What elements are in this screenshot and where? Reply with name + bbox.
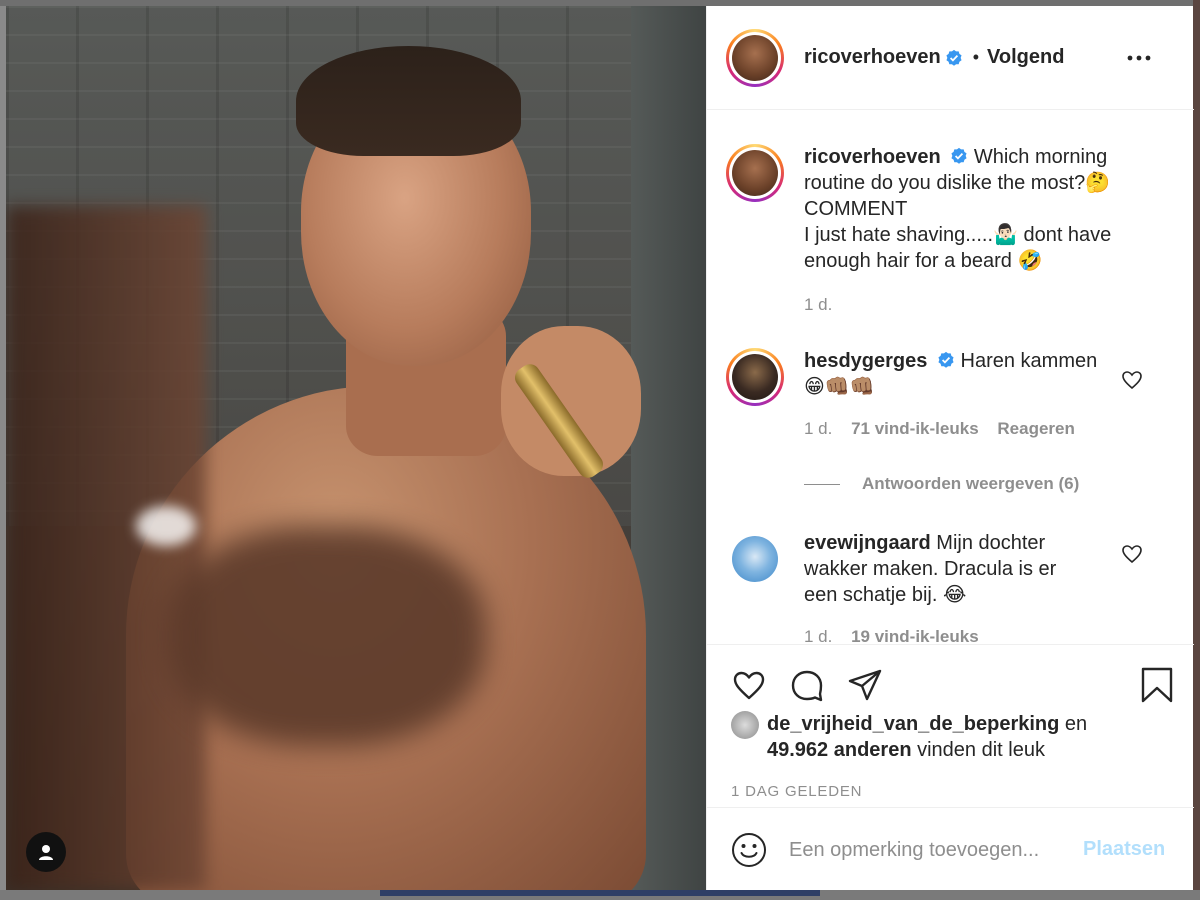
likes-connector: en <box>1064 713 1088 735</box>
reply-button[interactable]: Reageren <box>997 419 1074 438</box>
author-avatar[interactable] <box>726 28 784 87</box>
comment-time: 1 d. <box>804 419 833 438</box>
comment-text: Haren kammen <box>960 350 1098 372</box>
post-timestamp[interactable]: 1 DAG GELEDEN <box>731 783 862 800</box>
comment-bubble-icon[interactable] <box>789 667 825 703</box>
caption-username[interactable]: ricoverhoeven <box>804 146 941 168</box>
comment-text-line: wakker maken. Dracula is er <box>804 558 1057 580</box>
caption-time: 1 d. <box>804 295 833 314</box>
caption-text-line: I just hate shaving.....🤷🏻‍♂️ dont have <box>804 224 1112 246</box>
following-button[interactable]: Volgend <box>987 46 1064 69</box>
photo-light-reflection <box>136 506 196 546</box>
post-photo[interactable] <box>6 6 706 890</box>
comment-username[interactable]: evewijngaard <box>804 532 931 554</box>
liker-avatar[interactable] <box>731 711 759 739</box>
caption-text-line: enough hair for a beard 🤣 <box>804 250 1043 272</box>
save-bookmark-icon[interactable] <box>1139 667 1175 703</box>
verified-badge-icon <box>951 147 967 164</box>
photo-hair <box>296 46 521 156</box>
comment-text-line: een schatje bij. 😂 <box>804 584 967 606</box>
background-window-edge-bottom <box>0 890 1200 900</box>
more-icon <box>1127 55 1151 61</box>
like-heart-icon[interactable] <box>731 667 767 703</box>
view-replies-button[interactable]: Antwoorden weergeven (6) <box>804 474 1079 494</box>
comment-item: evewijngaard Mijn dochter wakker maken. … <box>726 530 1134 644</box>
background-window-edge-right <box>1193 0 1200 900</box>
verified-badge-icon <box>946 49 962 66</box>
comment-likes-count[interactable]: 19 vind-ik-leuks <box>851 627 979 644</box>
caption-avatar[interactable] <box>726 144 784 202</box>
user-icon <box>39 845 53 860</box>
post-side-panel: ricoverhoeven • Volgend ricoverhoeven Wh… <box>706 6 1194 890</box>
liker-username[interactable]: de_vrijheid_van_de_beperking <box>767 713 1059 735</box>
comment-avatar[interactable] <box>726 530 784 588</box>
view-replies-label: Antwoorden weergeven (6) <box>862 474 1080 493</box>
likes-count[interactable]: 49.962 anderen <box>767 739 912 761</box>
post-header: ricoverhoeven • Volgend <box>707 6 1194 110</box>
comment-input[interactable] <box>789 832 1069 868</box>
comment-avatar[interactable] <box>726 348 784 406</box>
add-comment-bar: Plaatsen <box>707 808 1194 890</box>
comments-list[interactable]: ricoverhoeven Which morning routine do y… <box>707 110 1194 644</box>
comment-likes-count[interactable]: 71 vind-ik-leuks <box>851 419 979 438</box>
comment-text-line: Mijn dochter <box>936 532 1046 554</box>
emoji-smiley-icon[interactable] <box>731 832 767 868</box>
separator-dot: • <box>972 47 980 67</box>
more-options-button[interactable] <box>1125 44 1153 72</box>
verified-badge-icon <box>938 351 954 368</box>
likes-summary: de_vrijheid_van_de_beperking en 49.962 a… <box>731 711 1087 763</box>
post-actions-section: de_vrijheid_van_de_beperking en 49.962 a… <box>707 644 1194 808</box>
post-comment-button[interactable]: Plaatsen <box>1083 838 1165 861</box>
photo-blurred-arm <box>6 206 206 890</box>
caption-text-line: COMMENT <box>804 198 908 220</box>
comment-emoji: 😁👊🏽👊🏽 <box>804 376 875 398</box>
likes-suffix: vinden dit leuk <box>917 739 1045 761</box>
heart-icon[interactable] <box>1120 542 1144 566</box>
caption-text-line: Which morning <box>973 146 1108 168</box>
share-paper-plane-icon[interactable] <box>847 667 883 703</box>
caption-item: ricoverhoeven Which morning routine do y… <box>726 144 1134 318</box>
comment-time: 1 d. <box>804 627 833 644</box>
comment-item: hesdygerges Haren kammen 😁👊🏽👊🏽 1 d. 71 v… <box>726 348 1134 442</box>
author-username[interactable]: ricoverhoeven <box>804 46 941 69</box>
photo-blurred-hand <box>166 526 486 746</box>
comment-username[interactable]: hesdygerges <box>804 350 927 372</box>
tagged-users-button[interactable] <box>26 832 66 872</box>
replies-divider <box>804 483 840 485</box>
heart-icon[interactable] <box>1120 368 1144 392</box>
post-modal: ricoverhoeven • Volgend ricoverhoeven Wh… <box>6 6 1194 890</box>
caption-text-line: routine do you dislike the most?🤔 <box>804 172 1111 194</box>
